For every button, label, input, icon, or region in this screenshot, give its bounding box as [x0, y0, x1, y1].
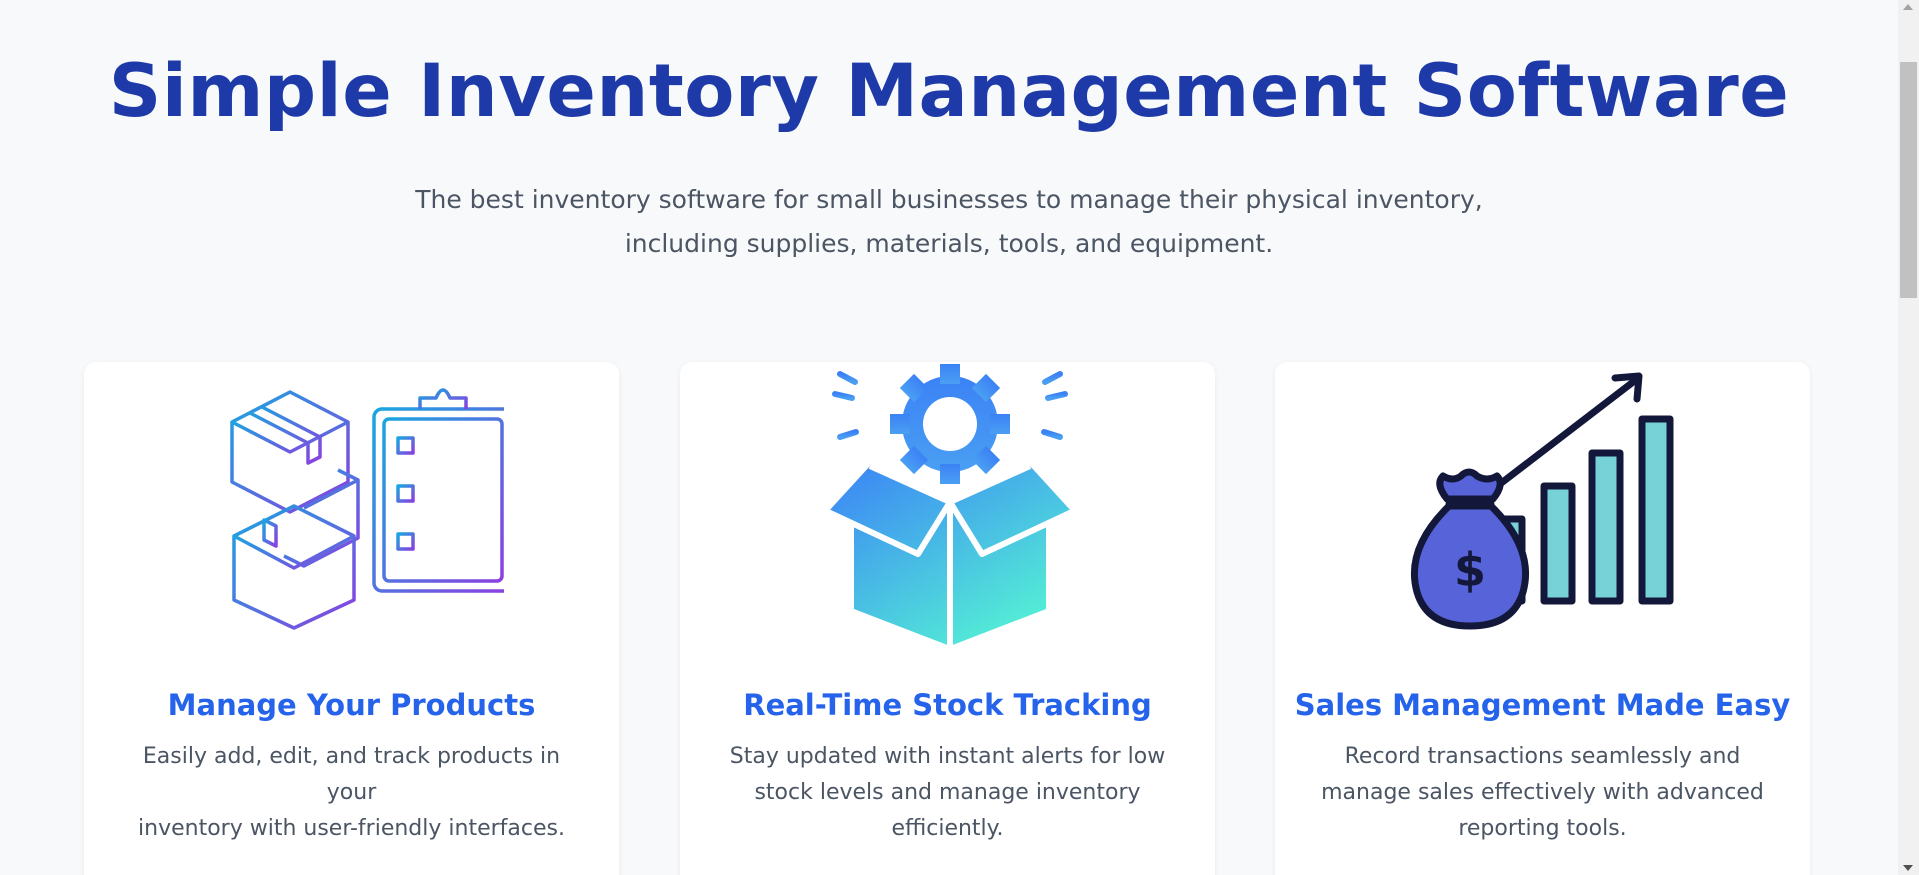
scrollbar-thumb[interactable]: [1900, 62, 1917, 298]
feature-description-line: reporting tools.: [1458, 816, 1627, 841]
feature-description-line: inventory with user-friendly interfaces.: [138, 816, 565, 841]
feature-description-line: Stay updated with instant alerts for low: [729, 744, 1166, 769]
feature-description-line: Record transactions seamlessly and: [1344, 744, 1741, 769]
feature-card-stock-tracking: Real-Time Stock Tracking Stay updated wi…: [680, 362, 1215, 875]
feature-description: Easily add, edit, and track products in …: [124, 739, 579, 847]
feature-title: Real-Time Stock Tracking: [743, 688, 1152, 722]
page-subtitle: The best inventory software for small bu…: [0, 178, 1898, 266]
money-bag-growth-chart-icon: $: [1275, 362, 1810, 662]
scroll-down-arrow-icon[interactable]: [1903, 865, 1913, 871]
feature-description: Record transactions seamlessly and manag…: [1315, 739, 1770, 847]
feature-description-line: manage sales effectively with advanced: [1321, 780, 1764, 805]
scroll-up-arrow-icon[interactable]: [1903, 4, 1913, 10]
feature-description-line: stock levels and manage inventory: [754, 780, 1141, 805]
feature-card-sales-management: $ Sales Management Made Easy Record tran…: [1275, 362, 1810, 875]
svg-text:$: $: [1454, 543, 1486, 597]
feature-title: Sales Management Made Easy: [1294, 688, 1791, 722]
gear-box-icon: [680, 362, 1215, 662]
feature-title: Manage Your Products: [167, 688, 536, 722]
feature-card-manage-products: Manage Your Products Easily add, edit, a…: [84, 362, 619, 875]
feature-description-line: efficiently.: [891, 816, 1004, 841]
subtitle-line: including supplies, materials, tools, an…: [624, 229, 1274, 258]
page-title: Simple Inventory Management Software: [108, 49, 1790, 134]
subtitle-line: The best inventory software for small bu…: [415, 185, 1483, 214]
boxes-clipboard-icon: [84, 362, 619, 662]
vertical-scrollbar[interactable]: [1898, 0, 1919, 875]
feature-description-line: Easily add, edit, and track products in …: [142, 744, 561, 805]
page: Simple Inventory Management Software The…: [0, 0, 1898, 875]
feature-description: Stay updated with instant alerts for low…: [720, 739, 1175, 847]
